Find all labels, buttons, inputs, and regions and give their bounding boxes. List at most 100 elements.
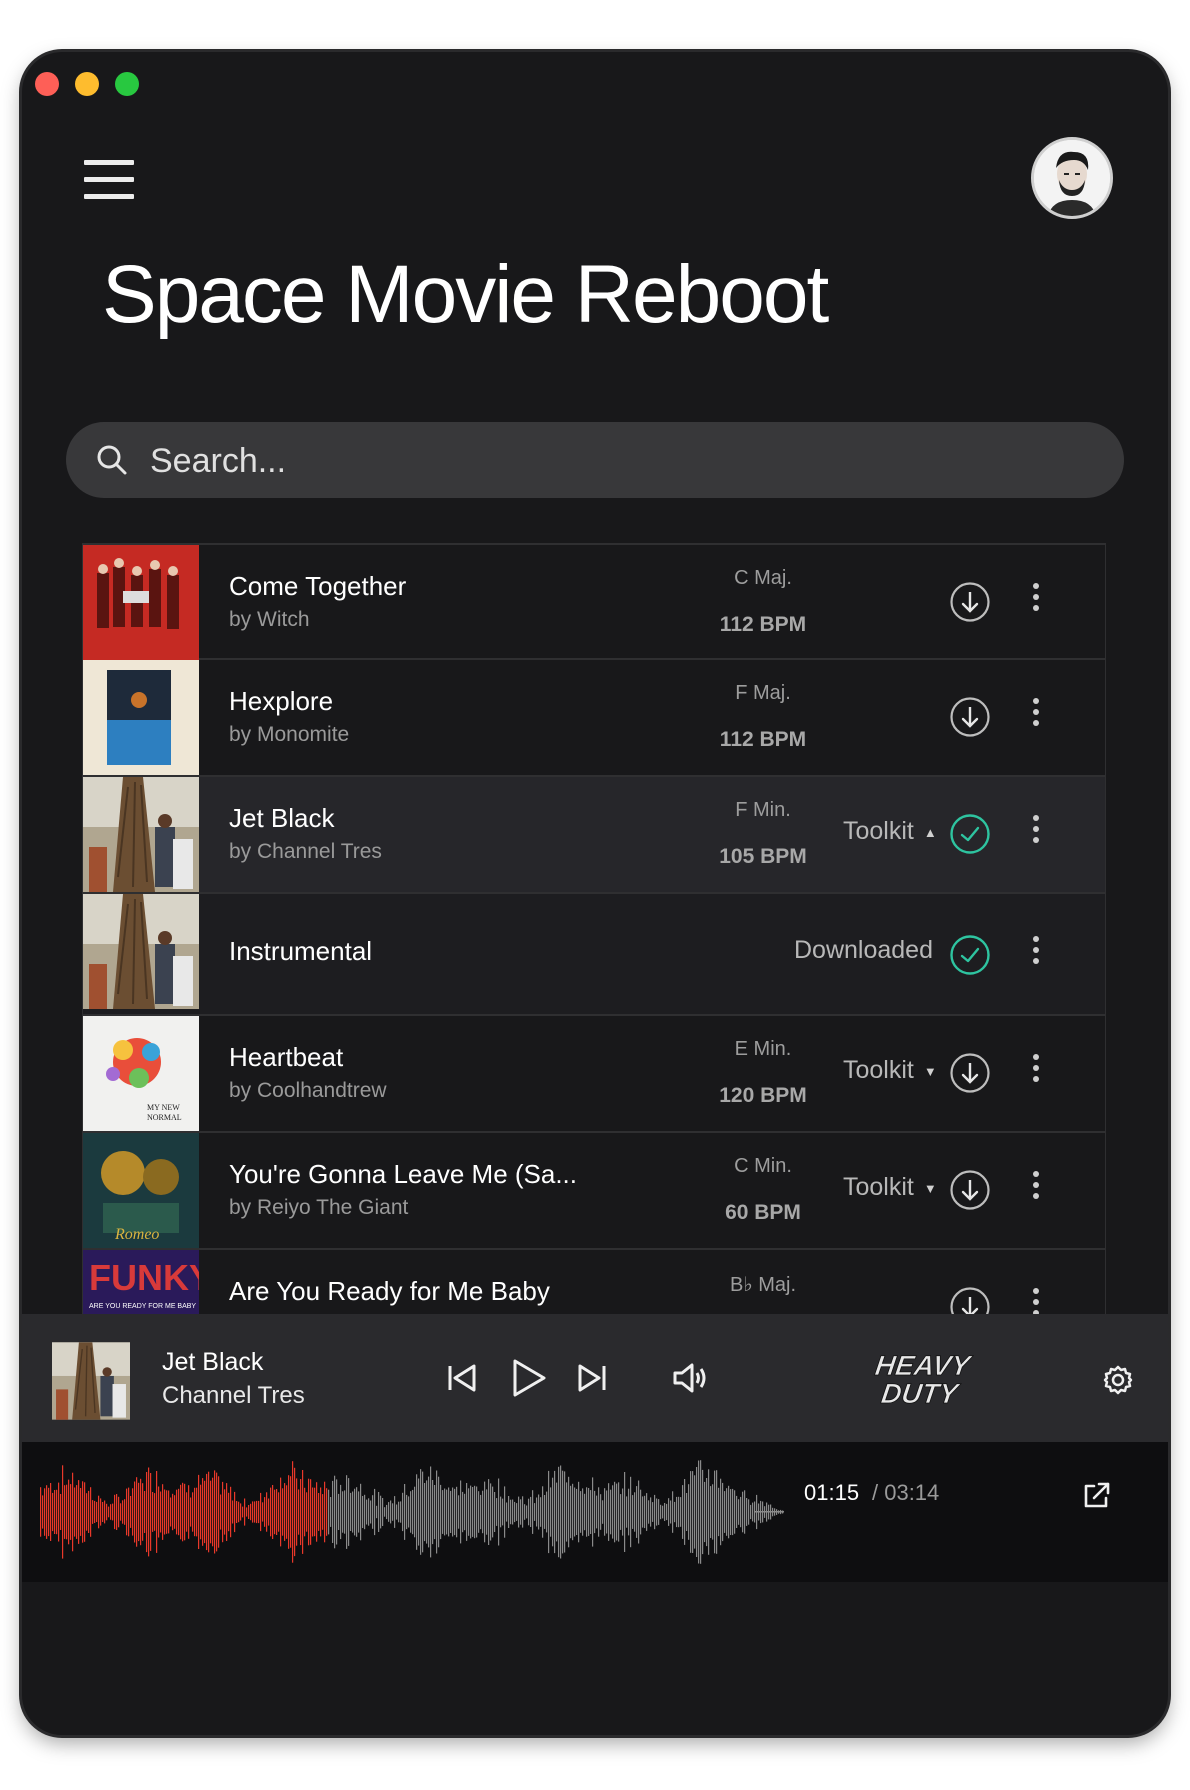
waveform-bar-segment <box>334 1475 336 1549</box>
waveform-bar-segment <box>448 1487 450 1537</box>
waveform-bar-segment <box>140 1478 142 1546</box>
album-artwork[interactable] <box>83 660 199 775</box>
waveform-scrubber[interactable] <box>40 1452 784 1572</box>
waveform-bar-segment <box>636 1486 638 1538</box>
waveform-bar-segment <box>646 1493 648 1531</box>
waveform-bar-segment <box>486 1489 488 1535</box>
waveform-bar-segment <box>96 1501 98 1522</box>
waveform-bar-segment <box>524 1504 526 1520</box>
waveform-bar-segment <box>550 1487 552 1537</box>
album-artwork[interactable] <box>83 545 199 660</box>
more-vertical-icon[interactable] <box>1018 936 1054 976</box>
more-vertical-icon[interactable] <box>1018 698 1054 738</box>
close-window-button[interactable] <box>35 72 59 96</box>
track-artist[interactable]: by Reiyo The Giant <box>229 1196 408 1220</box>
waveform-bar-segment <box>100 1498 102 1526</box>
waveform-bar-segment <box>102 1502 104 1522</box>
waveform-bar-segment <box>282 1488 284 1536</box>
search-bar[interactable] <box>66 422 1124 500</box>
check-circle-icon[interactable] <box>949 813 991 855</box>
toolkit-dropdown[interactable]: Toolkit ▼ <box>843 1173 937 1202</box>
waveform-bar-segment <box>82 1481 84 1543</box>
waveform-bar-segment <box>520 1499 522 1525</box>
waveform-bar-segment <box>670 1500 672 1524</box>
track-artist[interactable]: by Coolhandtrew <box>229 1079 387 1103</box>
waveform-bar-segment <box>176 1489 178 1535</box>
track-bpm: 120 BPM <box>719 1084 807 1107</box>
album-artwork[interactable] <box>83 894 199 1009</box>
waveform-bar-segment <box>464 1493 466 1531</box>
waveform-bar-segment <box>450 1490 452 1533</box>
now-playing-artist[interactable]: Channel Tres <box>162 1382 305 1410</box>
download-icon[interactable] <box>949 1052 991 1094</box>
waveform-bar-segment <box>76 1485 78 1539</box>
skip-back-icon[interactable] <box>442 1358 482 1398</box>
waveform-bar-segment <box>110 1504 112 1520</box>
waveform-bar-segment <box>630 1476 632 1548</box>
waveform-bar-segment <box>604 1488 606 1536</box>
toolkit-dropdown[interactable]: Toolkit ▼ <box>843 1056 937 1085</box>
waveform-bar-segment <box>286 1485 288 1539</box>
track-row[interactable]: Hexplore by Monomite F Maj. 112 BPM <box>82 660 1106 777</box>
more-vertical-icon[interactable] <box>1018 815 1054 855</box>
hamburger-icon[interactable] <box>84 160 134 200</box>
toolkit-dropdown[interactable]: Toolkit ▲ <box>843 817 937 846</box>
waveform-bar-segment <box>474 1485 476 1539</box>
download-icon[interactable] <box>949 581 991 623</box>
track-row[interactable]: Come Together by Witch C Maj. 112 BPM <box>82 543 1106 660</box>
waveform-bar-segment <box>138 1482 140 1542</box>
volume-icon[interactable] <box>670 1358 710 1398</box>
track-artist[interactable]: by Witch <box>229 608 310 632</box>
waveform-bar-segment <box>536 1497 538 1527</box>
waveform-bar-segment <box>260 1492 262 1532</box>
track-row[interactable]: Jet Black by Channel Tres F Min. 105 BPM Too… <box>82 777 1106 894</box>
waveform-bar-segment <box>410 1491 412 1533</box>
waveform-bar-segment <box>540 1497 542 1527</box>
waveform-bar-segment <box>476 1486 478 1538</box>
waveform-bar-segment <box>660 1504 662 1520</box>
track-key: E Min. <box>734 1038 792 1060</box>
avatar[interactable] <box>1031 137 1113 219</box>
waveform-bar-segment <box>690 1471 692 1553</box>
waveform-bar-segment <box>346 1475 348 1549</box>
download-icon[interactable] <box>949 696 991 738</box>
waveform-bar-segment <box>254 1501 256 1523</box>
play-icon[interactable] <box>506 1356 550 1400</box>
waveform-bar-segment <box>294 1467 296 1557</box>
track-row[interactable]: Romeo You're Gonna Leave Me (Sa... by Reiy… <box>82 1133 1106 1250</box>
now-playing-artwork[interactable] <box>52 1342 130 1420</box>
track-row[interactable]: MY NEW NORMAL Heartbeat by Coolhandtrew E Mi… <box>82 1016 1106 1133</box>
check-circle-icon[interactable] <box>949 934 991 976</box>
album-artwork[interactable] <box>83 777 199 892</box>
more-vertical-icon[interactable] <box>1018 583 1054 623</box>
now-playing-title[interactable]: Jet Black <box>162 1348 263 1377</box>
waveform-bar-segment <box>366 1499 368 1525</box>
waveform-bar-segment <box>222 1481 224 1543</box>
more-vertical-icon[interactable] <box>1018 1171 1054 1211</box>
minimize-window-button[interactable] <box>75 72 99 96</box>
maximize-window-button[interactable] <box>115 72 139 96</box>
waveform-bar-segment <box>666 1503 668 1521</box>
waveform-bar-segment <box>172 1493 174 1531</box>
search-input[interactable] <box>148 422 1052 500</box>
album-artwork[interactable]: Romeo <box>83 1133 199 1248</box>
waveform-bar-segment <box>698 1460 700 1564</box>
waveform-bar-segment <box>114 1494 116 1530</box>
download-icon[interactable] <box>949 1169 991 1211</box>
track-artist[interactable]: by Channel Tres <box>229 840 382 864</box>
skip-forward-icon[interactable] <box>572 1358 612 1398</box>
track-variant-row[interactable]: Instrumental Downloaded <box>82 894 1106 1016</box>
waveform-bar-segment <box>216 1472 218 1552</box>
waveform-bar-segment <box>186 1492 188 1532</box>
waveform-bar-segment <box>676 1496 678 1528</box>
more-vertical-icon[interactable] <box>1018 1054 1054 1094</box>
waveform-bar-segment <box>80 1488 82 1536</box>
waveform-bar-segment <box>648 1500 650 1524</box>
waveform-bar-segment <box>532 1490 534 1534</box>
gear-icon[interactable] <box>1102 1364 1134 1396</box>
waveform-bar-segment <box>246 1507 248 1517</box>
album-artwork[interactable]: MY NEW NORMAL <box>83 1016 199 1131</box>
waveform-bar-segment <box>166 1490 168 1534</box>
external-link-icon[interactable] <box>1080 1480 1112 1512</box>
track-artist[interactable]: by Monomite <box>229 723 349 747</box>
